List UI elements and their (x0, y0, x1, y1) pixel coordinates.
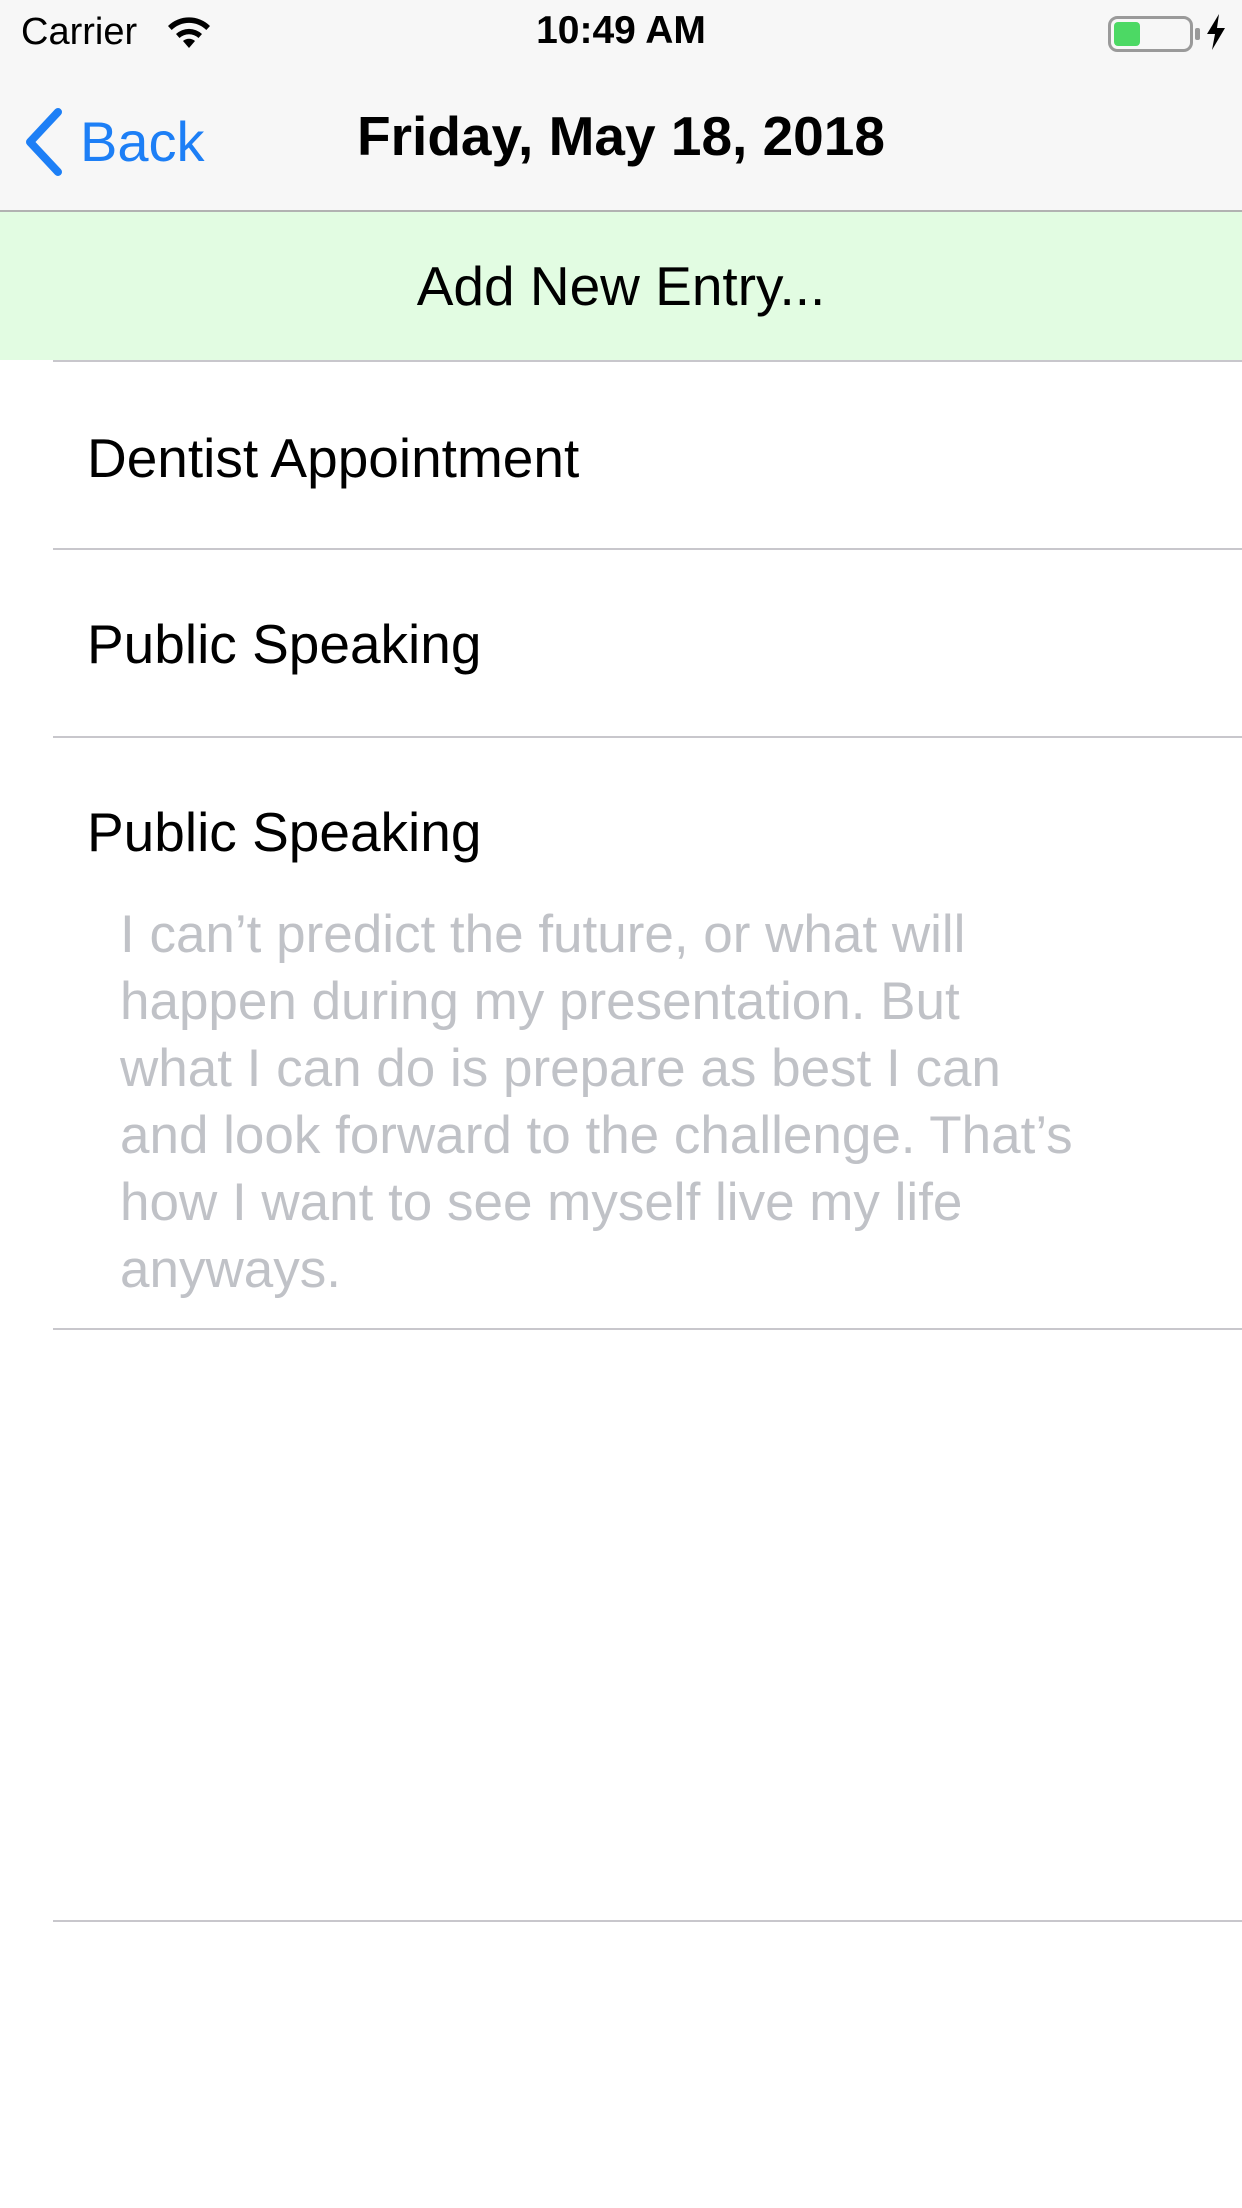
page-title: Friday, May 18, 2018 (357, 105, 885, 167)
list-item[interactable]: Dentist Appointment (0, 362, 1242, 548)
list-item[interactable]: Public Speaking I can’t predict the futu… (0, 738, 1242, 1328)
entry-title: Dentist Appointment (87, 427, 580, 489)
list-separator (53, 1328, 1242, 1330)
entry-title: Public Speaking (87, 613, 482, 675)
list-item[interactable]: Public Speaking (0, 550, 1242, 736)
entry-title: Public Speaking (87, 801, 482, 863)
status-bar: Carrier 10:49 AM (0, 0, 1242, 60)
screen: Carrier 10:49 AM Back Friday, May 18, 20… (0, 0, 1242, 2208)
entry-note: I can’t predict the future, or what will… (120, 905, 1073, 1299)
list-separator (53, 1920, 1242, 1922)
add-new-entry-button[interactable]: Add New Entry... (0, 212, 1242, 360)
bolt-icon (1207, 14, 1225, 50)
status-time: 10:49 AM (536, 9, 706, 52)
battery-icon (1108, 16, 1200, 52)
navigation-bar: Back Friday, May 18, 2018 (0, 60, 1242, 212)
add-new-entry-label: Add New Entry... (416, 255, 826, 317)
